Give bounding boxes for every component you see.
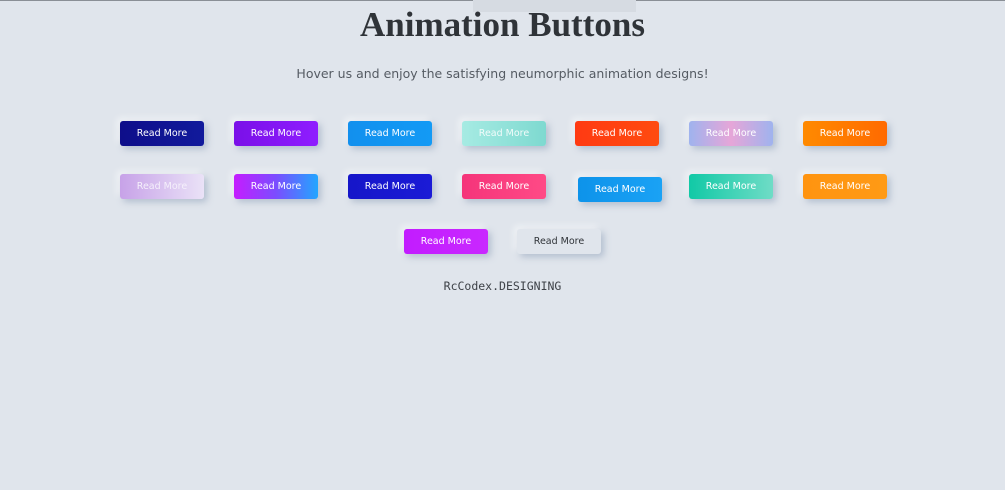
read-more-button-10[interactable]: Read More xyxy=(348,174,432,199)
read-more-button-9[interactable]: Read More xyxy=(234,174,318,199)
read-more-button-15[interactable]: Read More xyxy=(404,229,488,254)
page-subtitle: Hover us and enjoy the satisfying neumor… xyxy=(296,66,709,81)
read-more-button-7[interactable]: Read More xyxy=(803,121,887,146)
read-more-button-12[interactable]: Read More xyxy=(578,177,662,202)
read-more-button-11[interactable]: Read More xyxy=(462,174,546,199)
read-more-button-13[interactable]: Read More xyxy=(689,174,773,199)
page-title: Animation Buttons xyxy=(360,5,645,44)
read-more-button-14[interactable]: Read More xyxy=(803,174,887,199)
read-more-button-16[interactable]: Read More xyxy=(517,229,601,254)
read-more-button-2[interactable]: Read More xyxy=(234,121,318,146)
read-more-button-5[interactable]: Read More xyxy=(575,121,659,146)
read-more-button-4[interactable]: Read More xyxy=(462,121,546,146)
credit-text: RcCodex.DESIGNING xyxy=(443,279,562,293)
read-more-button-6[interactable]: Read More xyxy=(689,121,773,146)
read-more-button-1[interactable]: Read More xyxy=(120,121,204,146)
read-more-button-8[interactable]: Read More xyxy=(120,174,204,199)
read-more-button-3[interactable]: Read More xyxy=(348,121,432,146)
